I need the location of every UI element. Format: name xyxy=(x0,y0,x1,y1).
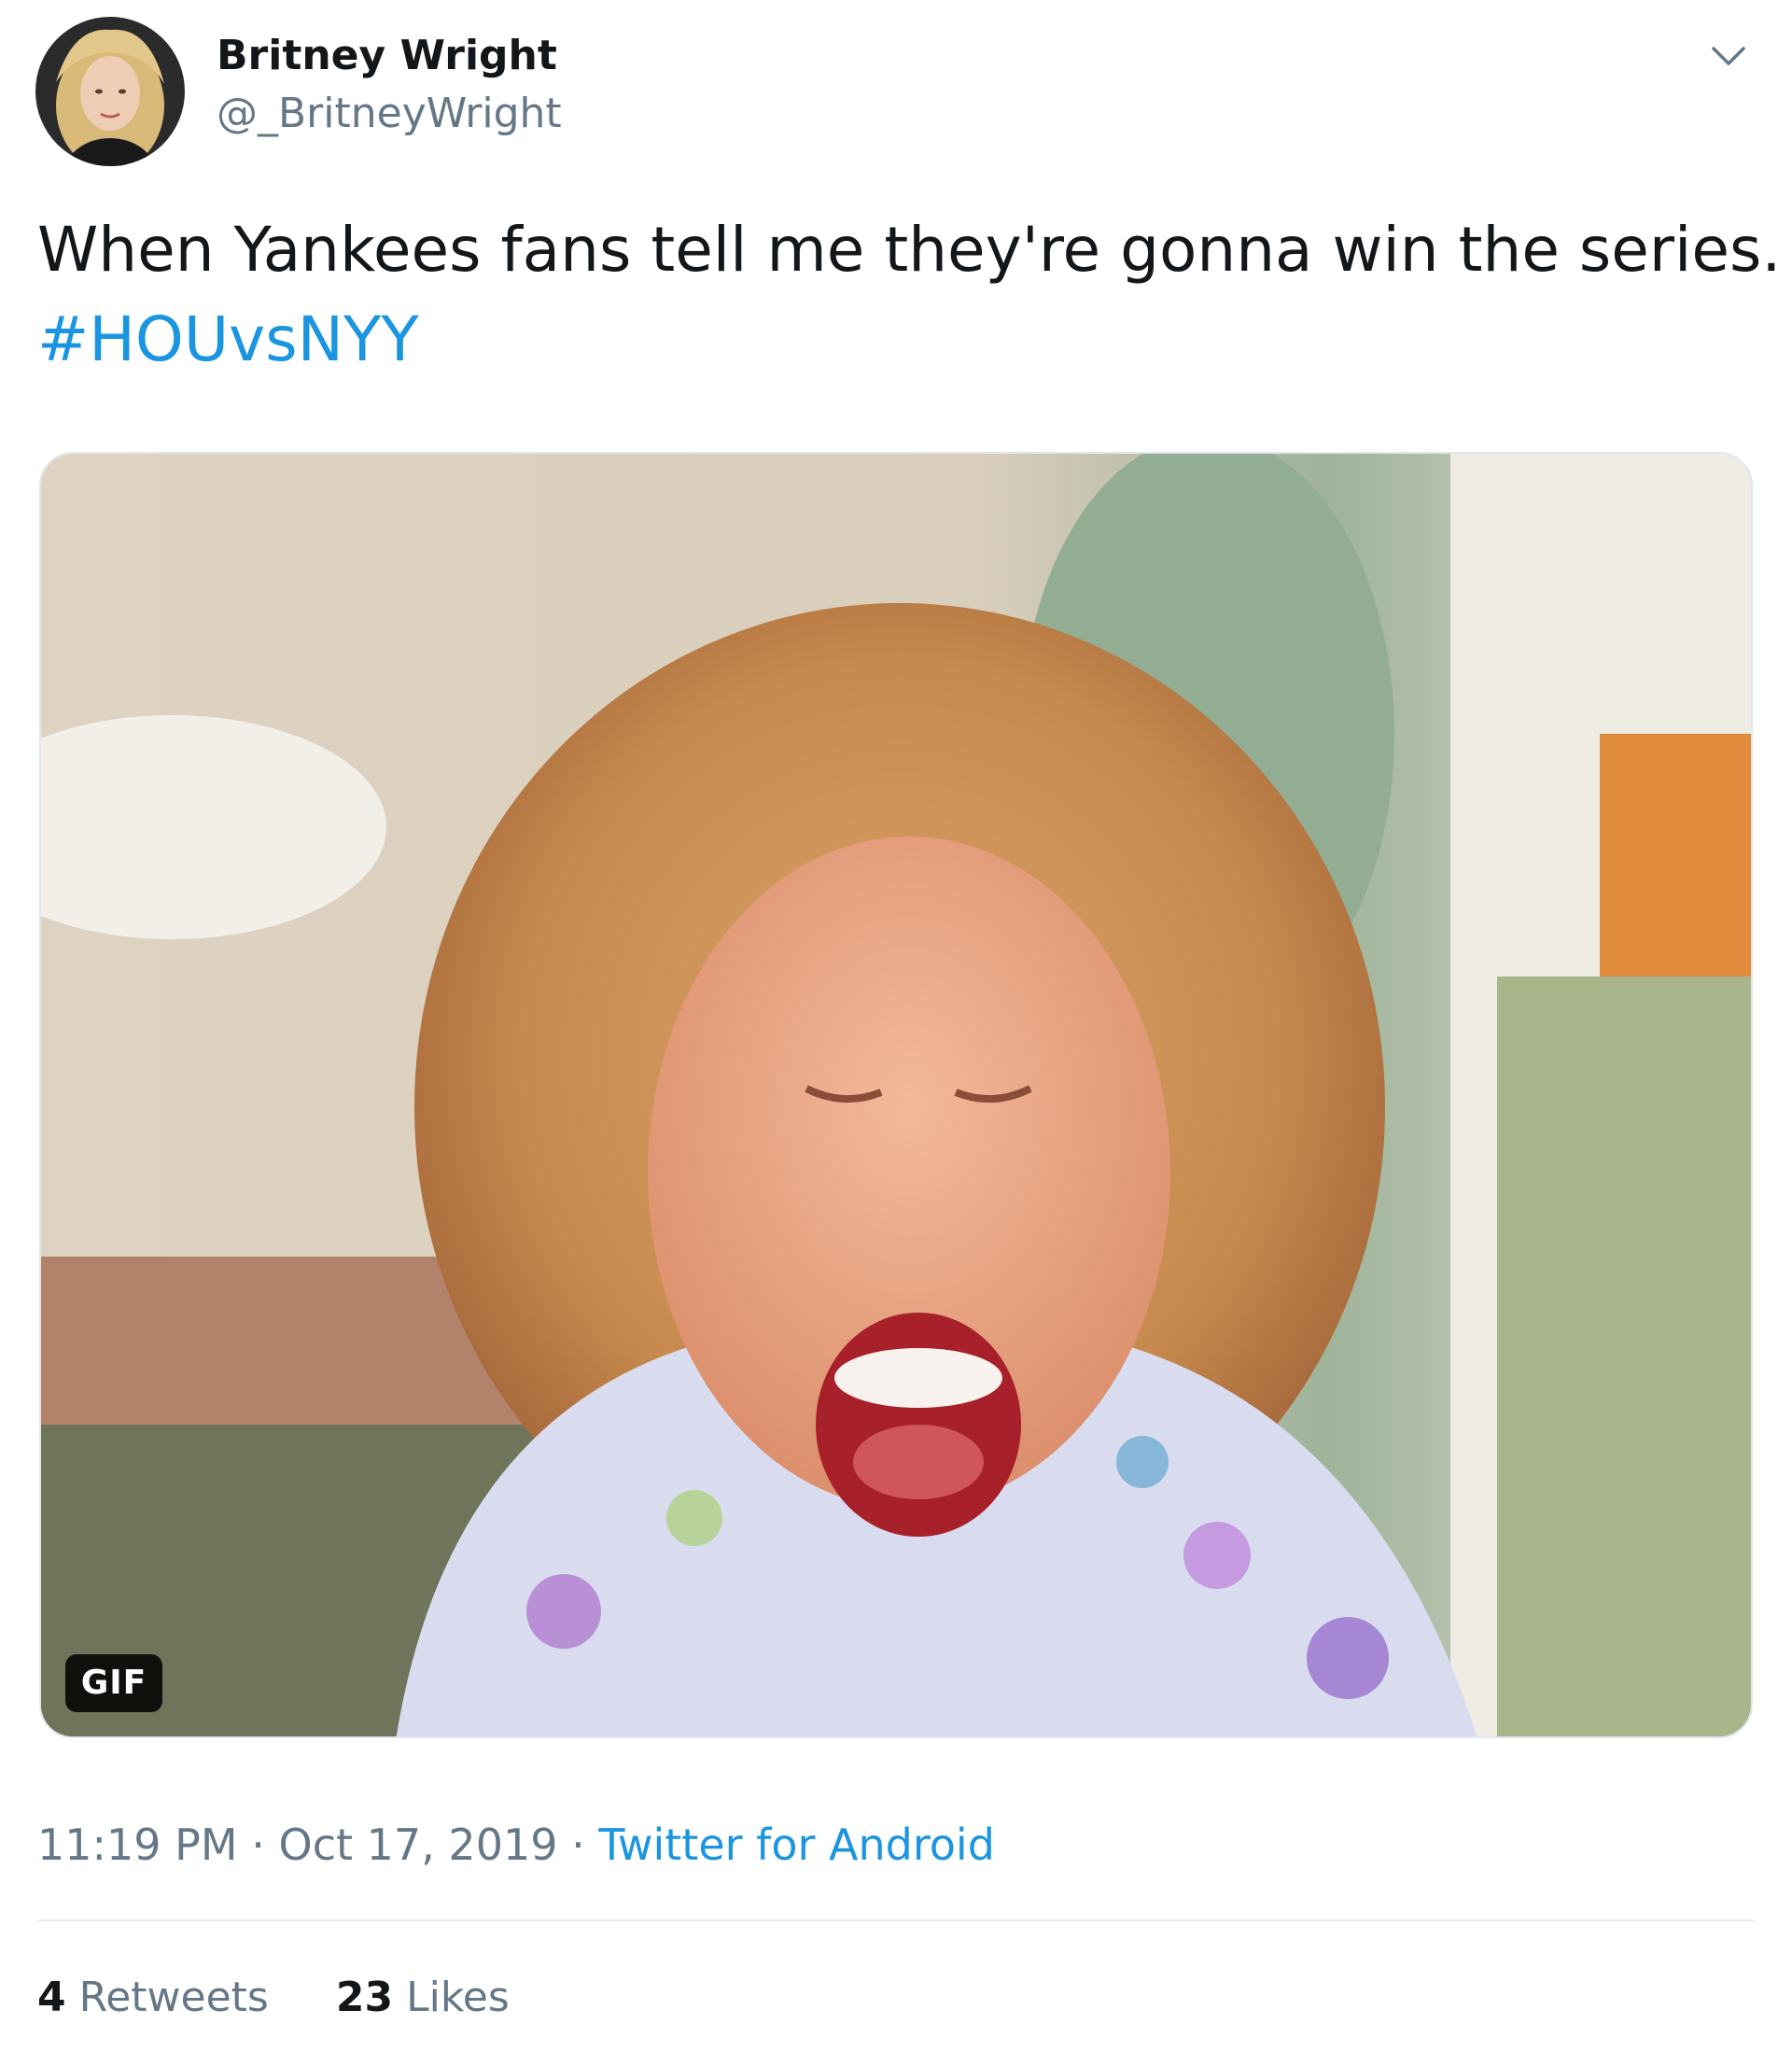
hashtag-link[interactable]: #HOUvsNYY xyxy=(37,295,1764,385)
tweet-source-link[interactable]: Twitter for Android xyxy=(598,1820,995,1870)
author-handle[interactable]: @_BritneyWright xyxy=(217,90,562,139)
gif-media[interactable] xyxy=(39,452,1753,1738)
author-display-name[interactable]: Britney Wright xyxy=(217,32,557,81)
likes-count: 23 xyxy=(335,1974,394,2021)
chevron-down-icon[interactable] xyxy=(1701,28,1757,84)
tweet-card: Britney Wright @_BritneyWright When Yank… xyxy=(0,0,1792,2052)
divider xyxy=(37,1919,1755,1921)
tweet-stats: 4 Retweets 23 Likes xyxy=(37,1970,510,2026)
tweet-time[interactable]: 11:19 PM xyxy=(37,1820,238,1870)
tweet-date[interactable]: Oct 17, 2019 xyxy=(279,1820,558,1870)
tweet-text: When Yankees fans tell me they're gonna … xyxy=(37,205,1782,385)
meta-separator-2: · xyxy=(571,1820,585,1870)
tweet-body: When Yankees fans tell me they're gonna … xyxy=(37,214,1782,286)
meta-separator: · xyxy=(251,1820,265,1870)
likes-stat[interactable]: 23 Likes xyxy=(336,1970,510,2026)
retweets-stat[interactable]: 4 Retweets xyxy=(37,1970,269,2026)
tweet-meta: 11:19 PM · Oct 17, 2019 · Twitter for An… xyxy=(37,1817,995,1873)
retweets-label: Retweets xyxy=(78,1974,269,2021)
retweets-count: 4 xyxy=(37,1974,66,2021)
likes-label: Likes xyxy=(406,1974,510,2021)
avatar[interactable] xyxy=(35,17,185,166)
gif-badge: GIF xyxy=(65,1654,162,1712)
